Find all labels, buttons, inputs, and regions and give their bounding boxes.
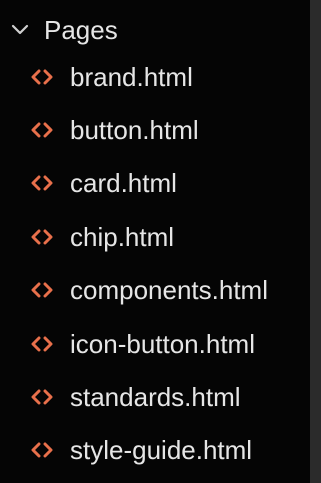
- file-explorer: Pages brand.html button.html card.html c…: [0, 0, 310, 483]
- file-item-standards[interactable]: standards.html: [0, 370, 310, 423]
- file-label: style-guide.html: [70, 435, 253, 466]
- file-item-style-guide[interactable]: style-guide.html: [0, 424, 310, 477]
- file-label: chip.html: [70, 221, 175, 252]
- file-label: icon-button.html: [70, 328, 255, 359]
- html-file-icon: [28, 385, 56, 409]
- folder-label: Pages: [44, 15, 118, 45]
- file-item-chip[interactable]: chip.html: [0, 210, 310, 263]
- file-label: components.html: [70, 275, 268, 306]
- file-label: card.html: [70, 168, 177, 199]
- html-file-icon: [28, 171, 56, 195]
- folder-pages[interactable]: Pages: [0, 8, 310, 52]
- file-item-components[interactable]: components.html: [0, 264, 310, 317]
- file-item-brand[interactable]: brand.html: [0, 50, 310, 103]
- html-file-icon: [28, 332, 56, 356]
- chevron-down-icon[interactable]: [8, 8, 32, 52]
- file-item-card[interactable]: card.html: [0, 157, 310, 210]
- file-label: button.html: [70, 115, 199, 146]
- html-file-icon: [28, 65, 56, 89]
- file-item-icon-button[interactable]: icon-button.html: [0, 317, 310, 370]
- file-label: brand.html: [70, 61, 193, 92]
- file-list: brand.html button.html card.html chip.ht…: [0, 50, 310, 477]
- file-item-button[interactable]: button.html: [0, 103, 310, 156]
- html-file-icon: [28, 118, 56, 142]
- html-file-icon: [28, 438, 56, 462]
- html-file-icon: [28, 278, 56, 302]
- html-file-icon: [28, 225, 56, 249]
- side-scroll-strip: [310, 0, 321, 483]
- file-label: standards.html: [70, 382, 241, 413]
